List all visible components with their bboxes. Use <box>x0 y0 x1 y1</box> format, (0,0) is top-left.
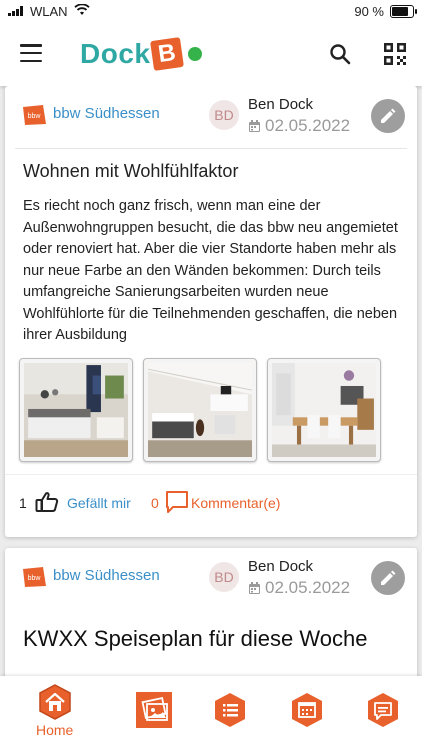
post-card: bbw bbw Südhessen BD Ben Dock 02.05.2022… <box>5 86 417 537</box>
battery-percent: 90 % <box>354 4 384 19</box>
like-button[interactable]: Gefällt mir <box>67 495 131 511</box>
home-icon <box>38 684 71 720</box>
thumbs-up-icon[interactable] <box>35 491 59 518</box>
bbw-logo-icon: bbw <box>23 105 46 125</box>
list-icon <box>215 693 245 727</box>
edit-button[interactable] <box>371 561 405 595</box>
status-bar: WLAN 90 % <box>0 0 422 24</box>
post-org-name[interactable]: bbw Südhessen <box>53 567 160 584</box>
post-title[interactable]: KWXX Speiseplan für diese Woche <box>5 610 417 652</box>
nav-home-label: Home <box>36 722 74 738</box>
post-title[interactable]: Wohnen mit Wohlfühlfaktor <box>5 149 417 182</box>
pencil-icon <box>381 570 396 585</box>
nav-list[interactable] <box>213 692 247 728</box>
app-logo: Dock B <box>80 37 203 71</box>
signal-icon <box>8 4 24 19</box>
post-date: 02.05.2022 <box>248 578 350 598</box>
post-body: Es riecht noch ganz frisch, wenn man ein… <box>23 198 398 343</box>
calendar-icon <box>249 581 260 594</box>
battery-fill <box>392 7 409 16</box>
nav-home[interactable]: Home <box>36 684 73 738</box>
post-actions: 1 Gefällt mir 0 Kommentar(e) <box>5 474 417 531</box>
comment-icon[interactable] <box>165 490 189 519</box>
post-date: 02.05.2022 <box>248 116 350 136</box>
calendar-icon <box>249 119 260 132</box>
bbw-logo-icon: bbw <box>23 567 46 587</box>
battery-icon <box>390 5 417 18</box>
svg-text:bbw: bbw <box>28 575 42 582</box>
wifi-icon <box>73 3 90 19</box>
logo-text: Dock <box>80 38 151 69</box>
like-count: 1 <box>19 495 27 511</box>
qr-code-icon[interactable] <box>384 43 406 70</box>
network-label: WLAN <box>30 4 68 19</box>
app-bar: Dock B <box>0 24 422 86</box>
nav-gallery[interactable] <box>136 692 172 728</box>
nav-calendar[interactable] <box>290 692 324 728</box>
post-photo-gallery <box>5 346 417 462</box>
edit-button[interactable] <box>371 99 405 133</box>
post-org-name[interactable]: bbw Südhessen <box>53 105 160 122</box>
post-photo[interactable] <box>267 358 381 462</box>
logo-letter: B <box>150 37 185 71</box>
post-card: bbw bbw Südhessen BD Ben Dock 02.05.2022… <box>5 548 417 676</box>
search-icon[interactable] <box>329 43 351 70</box>
news-feed[interactable]: bbw bbw Südhessen BD Ben Dock 02.05.2022… <box>0 86 422 676</box>
post-author: Ben Dock <box>248 558 314 575</box>
message-icon <box>368 693 398 727</box>
online-status-dot <box>188 47 203 61</box>
nav-messages[interactable] <box>366 692 400 728</box>
bottom-navigation: Home <box>0 676 422 750</box>
comment-count: 0 <box>151 495 159 511</box>
pencil-icon <box>381 108 396 123</box>
comment-button[interactable]: Kommentar(e) <box>191 495 280 511</box>
avatar: BD <box>209 100 239 130</box>
avatar: BD <box>209 562 239 592</box>
svg-text:bbw: bbw <box>28 113 42 120</box>
post-date-text: 02.05.2022 <box>265 116 351 135</box>
calendar-icon <box>292 693 322 727</box>
post-date-text: 02.05.2022 <box>265 578 351 597</box>
photo-gallery-icon <box>136 692 172 728</box>
post-photo[interactable] <box>143 358 257 462</box>
post-header: bbw bbw Südhessen BD Ben Dock 02.05.2022 <box>5 86 417 148</box>
hamburger-menu-icon[interactable] <box>20 44 42 62</box>
post-header: bbw bbw Südhessen BD Ben Dock 02.05.2022 <box>5 548 417 610</box>
post-photo[interactable] <box>19 358 133 462</box>
post-author: Ben Dock <box>248 96 314 113</box>
